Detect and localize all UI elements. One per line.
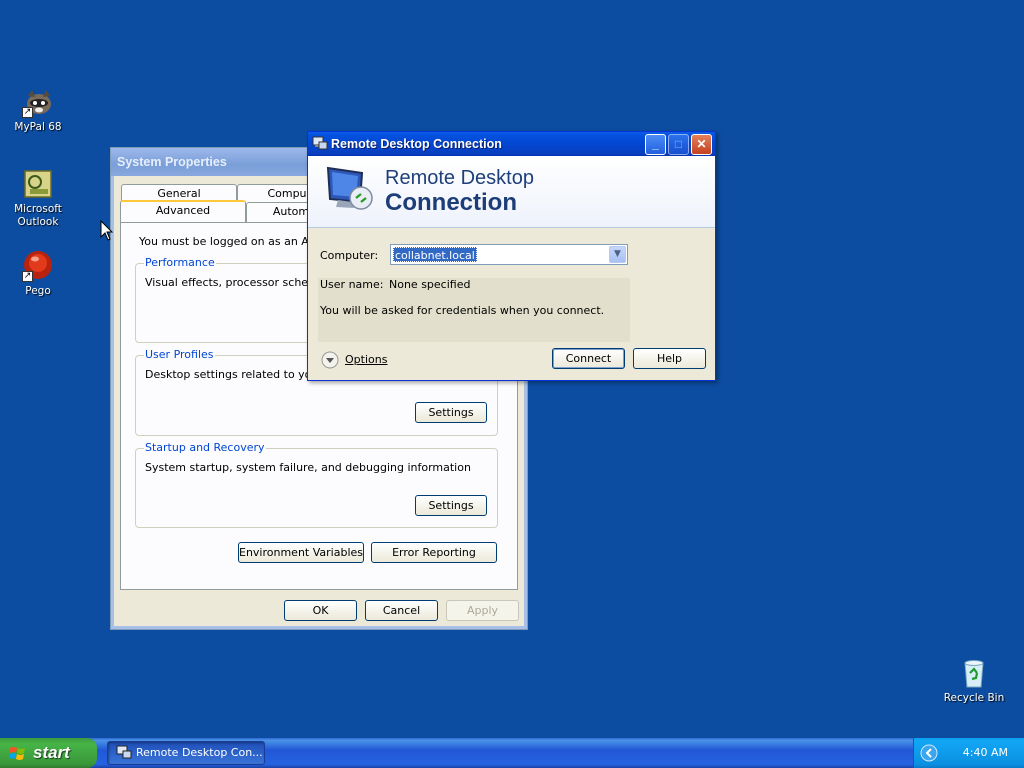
desktop-icon-label: Recycle Bin [943,692,1005,704]
monitor-icon [326,166,373,210]
shortcut-arrow-icon: ↗ [22,271,33,282]
desktop-icon-label: Pego [25,285,51,297]
raccoon-icon: ↗ [22,86,54,118]
startup-recovery-group: Startup and Recovery System startup, sys… [135,441,498,528]
mouse-cursor-icon [100,220,114,241]
group-description: System startup, system failure, and debu… [145,461,471,474]
group-label: User Profiles [144,348,215,361]
username-label: User name: [320,278,384,291]
clock[interactable]: 4:40 AM [963,746,1008,759]
banner-title-line2: Connection [385,189,517,216]
user-profiles-settings-button[interactable]: Settings [415,402,487,423]
credentials-note: You will be asked for credentials when y… [320,304,605,317]
taskbar: start Remote Desktop Con... 4:40 AM [0,738,1024,768]
windows-logo-icon [9,747,25,760]
close-button[interactable]: ✕ [691,134,712,155]
desktop-icon-mypal[interactable]: ↗ MyPal 68 [0,86,76,134]
pego-icon: ↗ [22,250,54,282]
group-label: Performance [144,256,216,269]
remote-desktop-icon [116,745,132,759]
connect-button[interactable]: Connect [552,348,625,369]
window-title: Remote Desktop Connection [331,137,502,151]
options-label: Options [345,353,388,366]
tab-advanced[interactable]: Advanced [120,200,246,222]
group-label: Startup and Recovery [144,441,266,454]
desktop-icon-recycle-bin[interactable]: Recycle Bin [936,657,1012,705]
show-hidden-icons-chevron-icon[interactable] [920,744,938,762]
startup-recovery-settings-button[interactable]: Settings [415,495,487,516]
desktop-icon-label: MyPal 68 [14,121,62,133]
computer-value: collabnet.local [393,247,477,262]
minimize-button[interactable]: _ [645,134,666,155]
computer-combobox[interactable]: collabnet.local ▼ [390,244,628,265]
maximize-button[interactable]: □ [668,134,689,155]
shortcut-arrow-icon: ↗ [22,107,33,118]
window-title: System Properties [117,155,227,169]
start-button[interactable]: start [0,738,97,768]
recycle-bin-icon [958,657,990,689]
desktop-icon-label: Microsoft Outlook [14,203,62,228]
taskbar-item-remote-desktop[interactable]: Remote Desktop Con... [107,741,265,765]
expand-options-icon [321,351,339,369]
cancel-button[interactable]: Cancel [365,600,438,621]
rdc-banner: Remote Desktop Connection [308,156,715,228]
remote-desktop-window[interactable]: Remote Desktop Connection _ □ ✕ Remote D… [307,131,716,381]
banner-title-line1: Remote Desktop [385,167,534,189]
system-tray: 4:40 AM [913,738,1024,768]
remote-desktop-titlebar[interactable]: Remote Desktop Connection _ □ ✕ [308,132,715,156]
chevron-down-icon[interactable]: ▼ [609,246,626,263]
desktop-icon-pego[interactable]: ↗ Pego [0,250,76,298]
computer-label: Computer: [320,249,379,262]
error-reporting-button[interactable]: Error Reporting [371,542,497,563]
environment-variables-button[interactable]: Environment Variables [238,542,364,563]
outlook-icon [22,168,54,200]
apply-button[interactable]: Apply [446,600,519,621]
username-value: None specified [389,278,471,291]
help-button[interactable]: Help [633,348,706,369]
start-label: start [33,743,70,762]
remote-desktop-icon [312,136,328,150]
ok-button[interactable]: OK [284,600,357,621]
taskbar-item-label: Remote Desktop Con... [136,746,263,759]
desktop-icon-outlook[interactable]: Microsoft Outlook [0,168,76,229]
